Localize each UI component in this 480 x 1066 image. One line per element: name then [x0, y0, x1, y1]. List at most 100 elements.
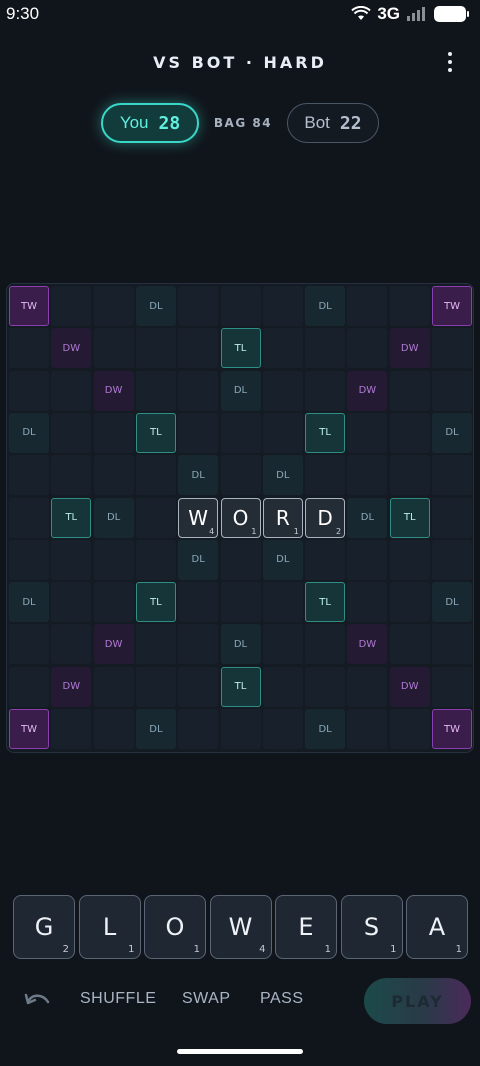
board-cell-tl[interactable]: TL	[305, 582, 346, 623]
board-cell[interactable]	[432, 624, 472, 665]
board-cell-tl[interactable]: TL	[220, 328, 261, 369]
board-cell-dl[interactable]: DL	[432, 582, 472, 623]
more-menu-icon[interactable]	[438, 50, 462, 74]
board-cell[interactable]	[135, 624, 176, 665]
board-cell-tl[interactable]: TL	[135, 412, 176, 453]
board-cell[interactable]	[178, 582, 219, 623]
rack-tile[interactable]: A1	[406, 895, 468, 959]
board-cell[interactable]	[51, 624, 92, 665]
rack-tile[interactable]: O1	[144, 895, 206, 959]
board-cell-dl[interactable]: DL	[432, 412, 472, 453]
board-cell-tw[interactable]: TW	[432, 286, 472, 326]
board-cell[interactable]	[93, 709, 134, 749]
board-cell-dl[interactable]: DL	[9, 582, 49, 623]
board-cell-dw[interactable]: DW	[389, 666, 430, 707]
board-cell-tl[interactable]: TL	[135, 582, 176, 623]
placed-tile[interactable]: R1	[262, 497, 303, 538]
board-cell[interactable]	[93, 455, 134, 496]
board-cell[interactable]	[432, 497, 472, 538]
board-cell[interactable]	[389, 624, 430, 665]
board-cell-dl[interactable]: DL	[220, 370, 261, 411]
board-cell[interactable]	[262, 624, 303, 665]
board-cell[interactable]	[178, 370, 219, 411]
board-cell[interactable]	[135, 497, 176, 538]
board-cell-dw[interactable]: DW	[347, 624, 388, 665]
board-cell[interactable]	[347, 328, 388, 369]
board-cell[interactable]	[93, 539, 134, 580]
board-cell[interactable]	[432, 328, 472, 369]
play-button[interactable]: PLAY	[364, 978, 471, 1024]
board-cell[interactable]	[93, 286, 134, 326]
pass-button[interactable]: PASS	[260, 990, 304, 1008]
board-cell-tw[interactable]: TW	[9, 286, 49, 326]
home-indicator[interactable]	[177, 1049, 303, 1054]
board-cell-dl[interactable]: DL	[347, 497, 388, 538]
placed-tile[interactable]: W4	[178, 497, 219, 538]
board-cell[interactable]	[389, 370, 430, 411]
board-cell[interactable]	[9, 624, 49, 665]
rack-tile[interactable]: S1	[340, 895, 403, 959]
placed-tile[interactable]: O1	[220, 497, 261, 538]
board-cell-dl[interactable]: DL	[305, 286, 346, 326]
board-cell[interactable]	[93, 666, 134, 707]
rack-tile[interactable]: W4	[209, 895, 272, 959]
board-cell[interactable]	[135, 666, 176, 707]
board-cell[interactable]	[305, 539, 346, 580]
board-cell[interactable]	[389, 709, 430, 749]
board-cell[interactable]	[178, 286, 219, 326]
board-cell[interactable]	[93, 328, 134, 369]
board-cell-tl[interactable]: TL	[389, 497, 430, 538]
board-cell-dl[interactable]: DL	[178, 539, 219, 580]
board-cell-dl[interactable]: DL	[135, 709, 176, 749]
board-cell[interactable]	[220, 286, 261, 326]
board-cell[interactable]	[135, 370, 176, 411]
board-cell[interactable]	[347, 709, 388, 749]
board-cell[interactable]	[347, 539, 388, 580]
board-cell[interactable]	[220, 539, 261, 580]
board-cell[interactable]	[51, 286, 92, 326]
board-cell[interactable]	[51, 370, 92, 411]
board-cell[interactable]	[178, 328, 219, 369]
board-cell[interactable]	[432, 370, 472, 411]
board-cell[interactable]	[220, 455, 261, 496]
board-cell-tw[interactable]: TW	[9, 709, 49, 749]
board-cell-dw[interactable]: DW	[51, 666, 92, 707]
board-cell-dw[interactable]: DW	[389, 328, 430, 369]
board-cell-tl[interactable]: TL	[220, 666, 261, 707]
board-cell[interactable]	[389, 539, 430, 580]
board-cell[interactable]	[51, 582, 92, 623]
board-cell[interactable]	[178, 709, 219, 749]
board-cell[interactable]	[262, 412, 303, 453]
board-cell[interactable]	[262, 666, 303, 707]
board-cell[interactable]	[178, 666, 219, 707]
board-cell[interactable]	[432, 455, 472, 496]
board-cell[interactable]	[9, 666, 49, 707]
shuffle-button[interactable]: SHUFFLE	[80, 990, 156, 1008]
board-cell[interactable]	[305, 370, 346, 411]
undo-button[interactable]	[22, 988, 52, 1014]
board-cell[interactable]	[9, 455, 49, 496]
rack-tile[interactable]: E1	[275, 895, 337, 959]
rack-tile[interactable]: G2	[13, 895, 75, 959]
board-cell[interactable]	[135, 539, 176, 580]
board-cell[interactable]	[305, 666, 346, 707]
rack-tile[interactable]: L1	[78, 895, 141, 959]
board-cell[interactable]	[262, 286, 303, 326]
board-cell[interactable]	[347, 455, 388, 496]
board-cell[interactable]	[9, 539, 49, 580]
board-cell[interactable]	[347, 412, 388, 453]
board-cell[interactable]	[93, 412, 134, 453]
board-cell[interactable]	[262, 582, 303, 623]
board-cell[interactable]	[9, 497, 49, 538]
board-cell[interactable]	[262, 328, 303, 369]
board-cell[interactable]	[51, 709, 92, 749]
swap-button[interactable]: SWAP	[182, 990, 231, 1008]
board-cell-dl[interactable]: DL	[262, 455, 303, 496]
board-cell[interactable]	[347, 286, 388, 326]
board-cell-dl[interactable]: DL	[262, 539, 303, 580]
board-cell[interactable]	[347, 582, 388, 623]
board-cell[interactable]	[305, 328, 346, 369]
board-cell[interactable]	[432, 539, 472, 580]
board-cell[interactable]	[51, 539, 92, 580]
board-cell[interactable]	[135, 328, 176, 369]
